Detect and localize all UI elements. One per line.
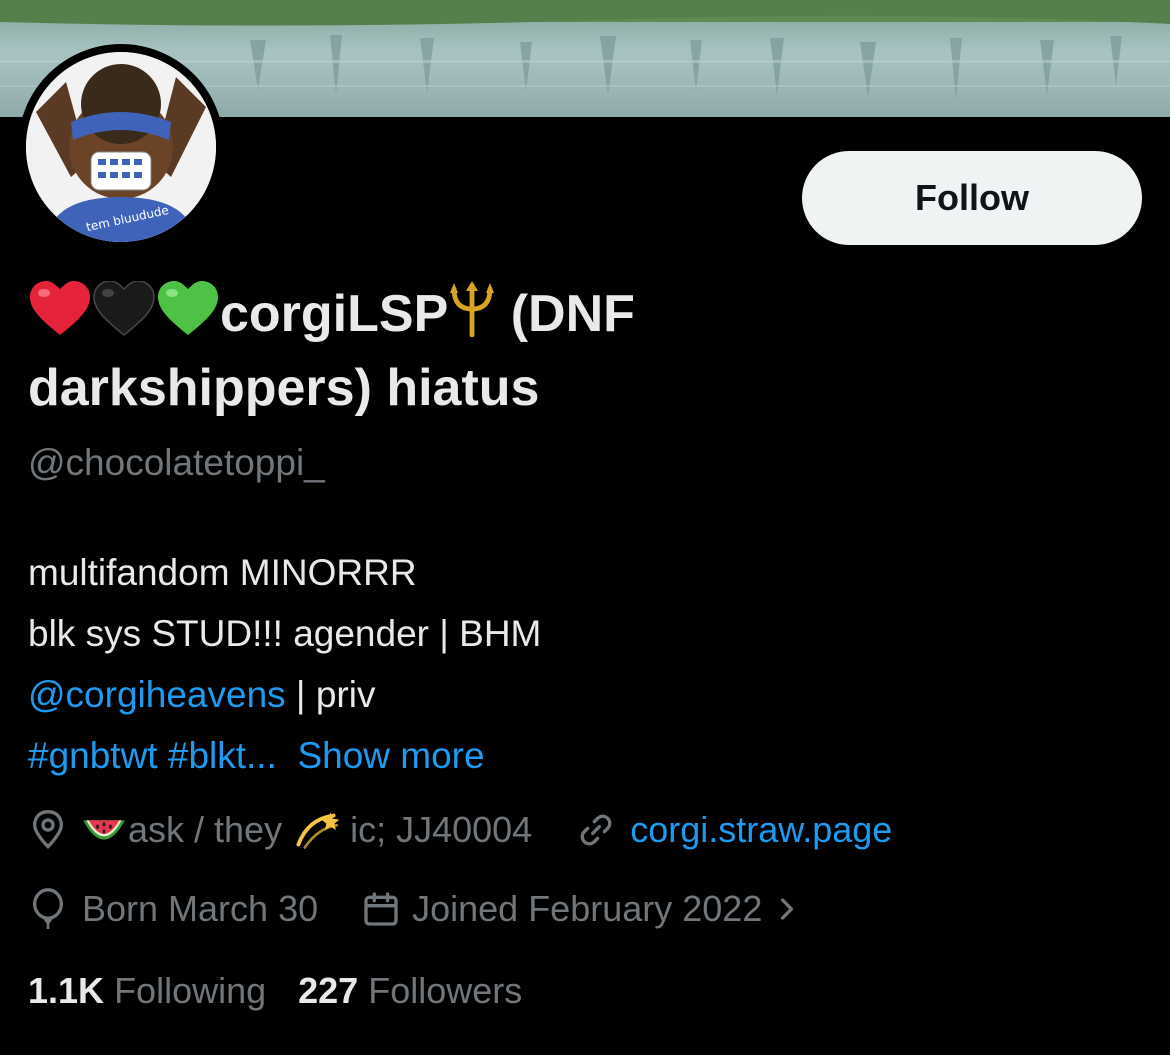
balloon-icon — [28, 887, 68, 931]
website-link[interactable]: corgi.straw.page — [630, 809, 892, 851]
chevron-right-icon — [776, 894, 798, 924]
avatar-image: tem bluudude — [26, 52, 216, 242]
bio-line-3-text: | priv — [285, 674, 376, 715]
display-name-part1: corgiLSP — [220, 285, 449, 343]
green-heart-icon — [156, 281, 220, 354]
calendar-icon — [360, 889, 402, 929]
website-item[interactable]: corgi.straw.page — [576, 809, 892, 851]
display-name-line2: darkshippers) hiatus — [28, 359, 540, 417]
link-icon — [576, 810, 616, 850]
username-handle: @chocolatetoppi_ — [28, 442, 325, 483]
dizzy-star-icon — [292, 808, 340, 852]
following-label: Following — [114, 970, 267, 1011]
bio-line-2: blk sys STUD!!! agender | BHM — [28, 613, 542, 654]
profile-meta-row-2: Born March 30 Joined February 2022 — [28, 887, 798, 931]
following-count: 1.1K — [28, 970, 105, 1011]
bio-line-3: @corgiheavens | priv — [28, 664, 1128, 725]
location-item: ask / they ic; JJ40004 — [28, 808, 532, 852]
followers-count: 227 — [298, 970, 359, 1011]
follow-stats: 1.1K Following 227 Followers — [28, 970, 522, 1012]
location-pin-icon — [28, 808, 68, 852]
red-heart-icon — [28, 281, 92, 354]
bio-line-4: #gnbtwt #blkt... Show more — [28, 725, 1128, 786]
joined-item[interactable]: Joined February 2022 — [360, 888, 798, 930]
show-more-link[interactable]: Show more — [297, 735, 484, 776]
followers-stat[interactable]: 227 Followers — [298, 970, 522, 1012]
watermelon-icon — [80, 810, 128, 850]
location-text-part1: ask / they — [128, 809, 283, 850]
display-name: corgiLSP (DNF darkshippers) hiatus — [28, 280, 1128, 422]
bio-line-1: multifandom MINORRR — [28, 552, 417, 593]
black-heart-icon — [92, 280, 156, 354]
birthday-item: Born March 30 — [28, 887, 318, 931]
profile-avatar[interactable]: tem bluudude — [18, 44, 224, 250]
profile-bio: multifandom MINORRR blk sys STUD!!! agen… — [28, 542, 1128, 786]
display-name-part2: (DNF — [510, 285, 635, 343]
joined-text: Joined February 2022 — [412, 888, 763, 929]
bio-mention-link[interactable]: @corgiheavens — [28, 674, 286, 715]
following-stat[interactable]: 1.1K Following — [28, 970, 266, 1012]
trident-icon — [448, 281, 496, 354]
birthday-text: Born March 30 — [82, 888, 319, 929]
location-text-part2: ic; JJ40004 — [350, 809, 533, 850]
bio-hashtags-link[interactable]: #gnbtwt #blkt... — [28, 735, 277, 776]
follow-button[interactable]: Follow — [802, 151, 1142, 245]
profile-meta-row-1: ask / they ic; JJ40004 corgi.straw.page — [28, 808, 892, 852]
followers-label: Followers — [368, 970, 523, 1011]
